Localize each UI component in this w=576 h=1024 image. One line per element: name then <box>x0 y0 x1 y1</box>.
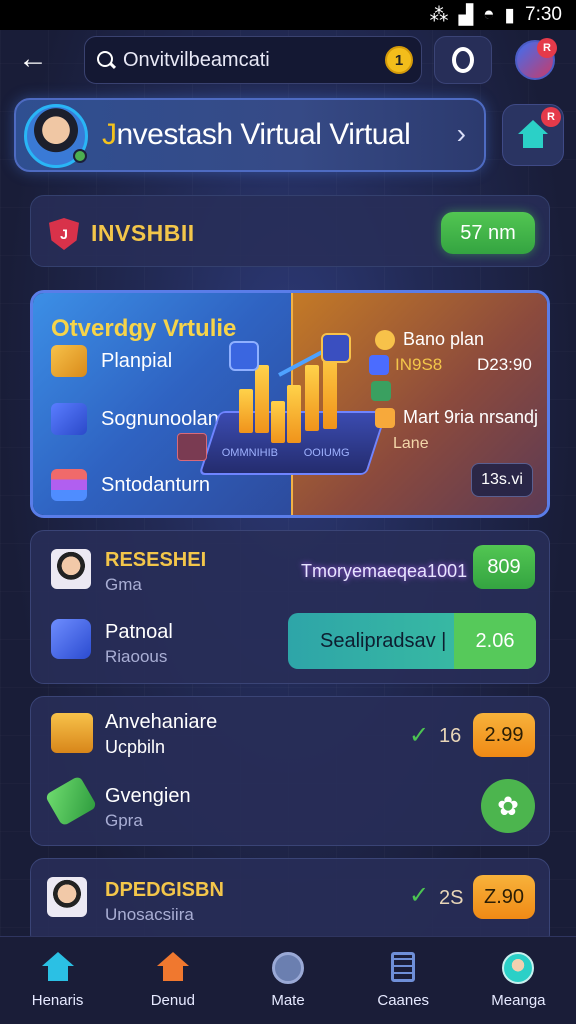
section-header: J INVSHBII 57 nm <box>30 195 550 267</box>
card-badge-button[interactable]: 809 <box>473 545 535 589</box>
document-icon <box>387 952 419 984</box>
overview-item[interactable]: Planpial <box>51 345 172 377</box>
row-subtitle: Gpra <box>105 811 143 830</box>
card-title: Anvehaniare <box>105 711 218 733</box>
ring-button[interactable] <box>434 36 492 84</box>
row-title: Gvengien <box>105 785 191 807</box>
card-title-2: Ucpbiln <box>105 737 166 757</box>
bottom-nav: Henaris Denud Mate Caanes Meanga <box>0 936 576 1024</box>
mart-row[interactable]: Mart 9ria nrsandj <box>375 407 538 428</box>
settings-gear-icon[interactable]: ✿ <box>481 779 535 833</box>
avatar <box>24 104 88 168</box>
home-icon <box>41 952 74 984</box>
check-value: 2S <box>439 887 464 909</box>
row-subtitle: Riaoous <box>105 647 168 666</box>
small-chart-icon <box>371 381 391 401</box>
chart-bar <box>255 365 269 433</box>
gauge-icon <box>272 952 304 984</box>
card-subtitle: Gma <box>105 575 142 594</box>
online-dot <box>73 149 87 163</box>
check-value: 16 <box>439 725 462 747</box>
card-subtitle: Unosacsiira <box>105 905 194 924</box>
status-bar: ⁂ ▟ ◓ ▮ 7:30 <box>0 0 576 30</box>
search-input[interactable]: Onvitvilbeamcati <box>123 49 385 72</box>
price-button[interactable]: Z.90 <box>473 875 535 919</box>
list-card[interactable]: Anvehaniare Ucpbiln ✓ 16 2.99 Gvengien G… <box>30 696 550 846</box>
link-icon <box>51 403 87 435</box>
nav-item-profile[interactable]: Meanga <box>461 937 576 1024</box>
chart-bar <box>305 365 319 431</box>
section-value-button[interactable]: 57 nm <box>441 212 535 254</box>
layers-icon <box>51 469 87 501</box>
cube-icon <box>369 355 389 375</box>
card-note: Tmoryemaeqea1001 <box>301 561 468 581</box>
wifi-icon: ◓ <box>483 4 495 25</box>
house-icon <box>156 952 189 984</box>
overview-card[interactable]: Otverdgy Vrtulie Planpial Sognunoolan Sn… <box>30 290 550 518</box>
list-card[interactable]: RESESHEI Gma Tmoryemaeqea1001 809 Patnoa… <box>30 530 550 684</box>
gold-value: IN9S8 <box>395 355 443 374</box>
savings-bar[interactable]: Sealipradsav | 2.06 <box>288 613 536 669</box>
laptop-icon <box>51 713 93 753</box>
avatar <box>51 549 91 589</box>
clock: 7:30 <box>525 4 562 25</box>
battery-icon: ▮ <box>504 4 516 26</box>
lane-label: Lane <box>393 435 429 452</box>
ring-icon <box>452 47 474 73</box>
notification-avatar-icon: R <box>515 38 557 80</box>
overview-item[interactable]: Sognunoolan <box>51 403 219 435</box>
home-shortcut-button[interactable]: R <box>502 104 564 166</box>
top-bar: ← Onvitvilbeamcati 1 R <box>0 34 576 86</box>
chart-bar <box>271 401 285 443</box>
overview-item[interactable]: Sntodanturn <box>51 469 210 501</box>
back-arrow-icon[interactable]: ← <box>18 44 54 76</box>
profile-icon <box>502 952 535 984</box>
checkmark-icon: ✓ <box>409 722 430 749</box>
avatar <box>47 877 87 917</box>
coin-card-icon <box>321 333 351 363</box>
chart-bar <box>287 385 301 443</box>
notification-badge: R <box>537 38 557 58</box>
vibrate-icon: ⁂ <box>429 4 449 26</box>
price-button[interactable]: 2.99 <box>473 713 535 757</box>
section-label: INVSHBII <box>91 220 195 246</box>
diamond-card-icon <box>177 433 207 461</box>
shield-icon: J <box>49 218 79 250</box>
checkmark-icon: ✓ <box>409 882 430 909</box>
card-title: DPEDGISBN <box>105 879 224 901</box>
profile-banner[interactable]: Jnvestash Virtual Virtual › <box>14 98 486 172</box>
nav-item-denud[interactable]: Denud <box>115 937 230 1024</box>
plan-row[interactable]: Bano plan <box>375 329 484 350</box>
white-value: D23:90 <box>477 355 532 374</box>
mart-icon <box>375 407 395 428</box>
profile-title: Jnvestash Virtual Virtual <box>102 118 411 151</box>
notifications-button[interactable]: R <box>506 36 564 84</box>
list-card[interactable]: DPEDGISBN Unosacsiira ✓ 2S Z.90 <box>30 858 550 948</box>
nav-item-home[interactable]: Henaris <box>0 937 115 1024</box>
chart-bar <box>239 389 253 433</box>
coin-badge[interactable]: 1 <box>385 46 413 74</box>
overview-title: Otverdgy Vrtulie <box>51 315 237 342</box>
chart-card-icon <box>229 341 259 371</box>
signal-icon: ▟ <box>458 4 474 26</box>
nav-item-caanes[interactable]: Caanes <box>346 937 461 1024</box>
home-badge: R <box>541 107 561 127</box>
savings-value: 2.06 <box>454 613 536 669</box>
cube-icon <box>51 619 91 659</box>
plan-icon <box>375 329 395 350</box>
search-bar[interactable]: Onvitvilbeamcati 1 <box>84 36 422 84</box>
row-title: Patnoal <box>105 621 173 643</box>
cash-icon <box>44 775 98 827</box>
card-title: RESESHEI <box>105 549 207 571</box>
chevron-right-icon[interactable]: › <box>457 118 466 150</box>
briefcase-icon <box>51 345 87 377</box>
nav-item-mate[interactable]: Mate <box>230 937 345 1024</box>
search-icon <box>95 49 117 71</box>
overview-chip[interactable]: 13s.vi <box>471 463 533 497</box>
